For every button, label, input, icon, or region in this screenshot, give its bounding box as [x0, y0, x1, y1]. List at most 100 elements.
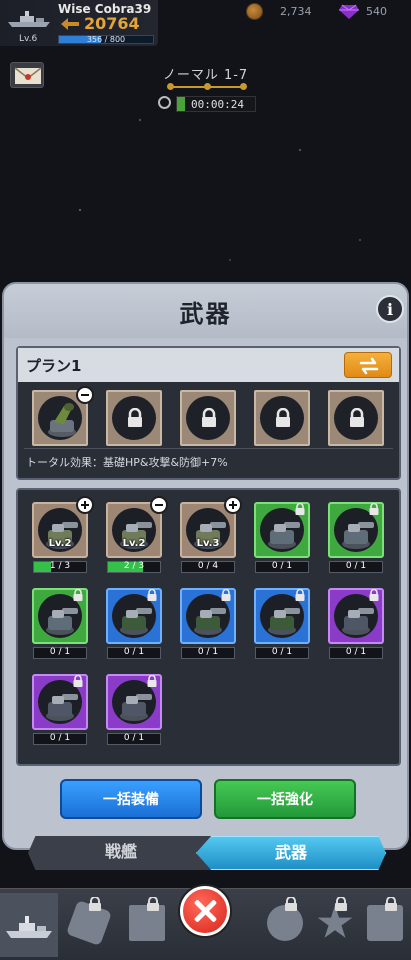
lock-icon	[89, 897, 101, 911]
weapon-card[interactable]: 0 / 1	[180, 588, 236, 660]
weapon-shard-count: 0 / 1	[181, 647, 235, 659]
stage-node	[240, 83, 247, 90]
lock-icon	[369, 503, 379, 515]
stage-name: ノーマル 1-7	[162, 68, 249, 83]
panel-title: 武器	[179, 300, 232, 328]
weapon-card[interactable]: 0 / 1	[106, 674, 162, 746]
timer-fill	[177, 97, 185, 111]
bulk-upgrade-button[interactable]: 一括強化	[214, 779, 356, 819]
lock-icon	[295, 503, 305, 515]
weapon-card[interactable]: 0 / 1	[254, 588, 310, 660]
gem-icon	[339, 4, 359, 19]
close-button[interactable]	[180, 886, 230, 936]
weapon-shard-count: 0 / 1	[33, 733, 87, 745]
lock-icon	[202, 408, 216, 427]
swap-plan-button[interactable]	[344, 352, 392, 378]
weapon-card[interactable]: 0 / 1	[328, 502, 384, 574]
mortar-turret-icon	[48, 403, 76, 437]
unequip-badge[interactable]	[76, 386, 94, 404]
tab-weapons[interactable]: 武器	[196, 836, 386, 870]
shard-count-text: 0 / 1	[345, 561, 367, 571]
weapon-shard-count: 0 / 1	[107, 647, 161, 659]
warship-icon	[8, 11, 50, 27]
shard-count-text: 0 / 4	[197, 561, 219, 571]
lock-icon	[147, 589, 157, 601]
plan-slot-4[interactable]	[254, 390, 310, 446]
tab-warship[interactable]: 戦艦	[28, 836, 214, 870]
weapon-card[interactable]: 0 / 1	[32, 588, 88, 660]
lock-icon	[335, 897, 347, 911]
lock-icon	[147, 897, 159, 911]
lock-icon	[73, 589, 83, 601]
lock-icon	[369, 589, 379, 601]
weapon-card[interactable]: Lv.3 0 / 4	[180, 496, 242, 574]
coin-icon	[246, 3, 263, 20]
weapon-level: Lv.2	[48, 538, 72, 549]
lock-icon	[295, 589, 305, 601]
lock-icon	[285, 897, 297, 911]
player-level: Lv.6	[19, 34, 38, 44]
combat-power: 20764	[84, 14, 140, 33]
weapon-card[interactable]: 0 / 1	[32, 674, 88, 746]
nav-item-locked[interactable]	[118, 893, 176, 957]
nav-warship[interactable]	[0, 893, 58, 957]
swap-icon	[359, 357, 379, 375]
minus-icon	[155, 504, 163, 506]
plan-slot-1[interactable]	[32, 386, 94, 446]
info-button[interactable]: i	[376, 295, 404, 323]
equip-badge[interactable]	[76, 496, 94, 514]
equip-badge[interactable]	[224, 496, 242, 514]
total-effect-text: トータル効果：基礎HP&攻撃&防御+7%	[26, 456, 228, 469]
weapon-level: Lv.2	[122, 538, 146, 549]
shard-count-text: 0 / 1	[271, 647, 293, 657]
nav-item-locked[interactable]	[356, 893, 411, 957]
shard-count-text: 0 / 1	[123, 647, 145, 657]
plan-header: プラン1	[18, 348, 399, 382]
plan-slot-2[interactable]	[106, 390, 162, 446]
weapon-shard-count: 0 / 1	[255, 647, 309, 659]
plan-slot-5[interactable]	[328, 390, 384, 446]
divider	[24, 448, 393, 449]
weapon-shard-count: 0 / 1	[33, 647, 87, 659]
lock-icon	[385, 897, 397, 911]
bulk-equip-button[interactable]: 一括装備	[60, 779, 202, 819]
lock-icon	[73, 675, 83, 687]
plan-box: プラン1 トータル効果：基礎HP&攻撃&防御+7%	[16, 346, 401, 480]
player-info-panel[interactable]: Wise Cobra39 20764 Lv.6 356 / 800	[0, 0, 158, 46]
weapon-shard-count: 0 / 1	[107, 733, 161, 745]
unequip-badge[interactable]	[150, 496, 168, 514]
weapon-card[interactable]: 0 / 1	[106, 588, 162, 660]
lock-icon	[221, 589, 231, 601]
shard-count-text: 2 / 3	[123, 561, 145, 571]
timer-text: 00:00:24	[191, 98, 244, 111]
plan-slot-3[interactable]	[180, 390, 236, 446]
plan-label: プラン1	[26, 357, 82, 375]
weapon-shard-count: 0 / 4	[181, 561, 235, 573]
gem-count: 540	[366, 5, 387, 18]
weapon-shard-count: 2 / 3	[107, 561, 161, 573]
stage-timer: 00:00:24	[176, 96, 256, 112]
plus-icon-stroke	[232, 501, 234, 509]
weapon-card[interactable]: Lv.2 2 / 3	[106, 496, 168, 574]
shard-count-text: 0 / 1	[123, 733, 145, 743]
shard-count-text: 1 / 3	[49, 561, 71, 571]
nav-item-locked[interactable]	[60, 893, 118, 957]
stopwatch-icon	[158, 96, 171, 109]
lock-icon	[350, 408, 364, 427]
exp-text: 356 / 800	[86, 35, 126, 44]
stage-node	[167, 83, 174, 90]
stage-progress-track	[167, 83, 247, 90]
weapon-card[interactable]: Lv.2 1 / 3	[32, 496, 94, 574]
weapon-shard-count: 0 / 1	[329, 647, 383, 659]
weapon-shard-count: 1 / 3	[33, 561, 87, 573]
weapon-level: Lv.3	[196, 538, 220, 549]
shard-count-text: 0 / 1	[49, 647, 71, 657]
weapon-shard-count: 0 / 1	[255, 561, 309, 573]
weapon-card[interactable]: 0 / 1	[328, 588, 384, 660]
stage-node	[204, 83, 211, 90]
weapon-card[interactable]: 0 / 1	[254, 502, 310, 574]
shard-count-text: 0 / 1	[345, 647, 367, 657]
weapon-shard-count: 0 / 1	[329, 561, 383, 573]
weapons-panel: 武器 i プラン1 トータル効果：基礎HP&攻撃&防御+7% Lv.2 1 / …	[2, 282, 409, 850]
shard-count-text: 0 / 1	[271, 561, 293, 571]
